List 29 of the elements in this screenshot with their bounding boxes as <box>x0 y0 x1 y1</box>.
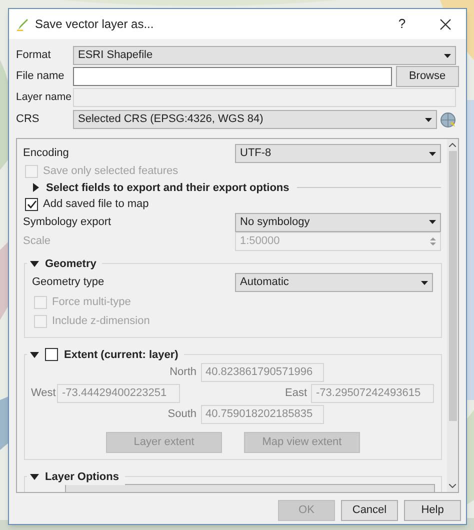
browse-button[interactable]: Browse <box>396 66 459 87</box>
checkbox-label: Force multi-type <box>52 294 131 310</box>
field-label: East <box>284 386 307 402</box>
field-label: File name <box>16 69 66 84</box>
field-label: Layer name <box>16 90 72 105</box>
dialog-button[interactable]: Help <box>404 500 461 521</box>
field-label: South <box>166 407 196 422</box>
section-heading: Select fields to export and their export options <box>46 180 290 196</box>
group-heading: Geometry <box>45 256 96 272</box>
field-label: Scale <box>23 234 52 249</box>
window-title: Save vector layer as... <box>35 16 155 33</box>
field-label: Geometry type <box>32 275 106 290</box>
field-label: Symbology export <box>23 214 112 230</box>
dropdown[interactable]: No symbology <box>235 212 441 232</box>
checkbox-label: Add saved file to map <box>43 197 149 212</box>
dropdown[interactable]: UTF-8 <box>235 144 441 163</box>
dropdown[interactable]: Selected CRS (EPSG:4326, WGS 84) <box>73 110 437 129</box>
field-label: North <box>168 365 196 380</box>
field-label: Format <box>16 48 52 64</box>
help-button[interactable]: ? <box>392 14 412 34</box>
field-label: Encoding <box>23 146 70 162</box>
field-label: CRS <box>16 112 40 128</box>
group-heading: Layer Options <box>45 470 119 484</box>
dialog-button[interactable]: Cancel <box>341 500 398 521</box>
group-heading: Extent (current: layer) <box>64 348 178 362</box>
dropdown[interactable]: Automatic <box>235 273 433 292</box>
checkbox-label: Include z-dimension <box>52 314 150 329</box>
dropdown[interactable]: ESRI Shapefile <box>73 46 456 65</box>
checkbox-label: Save only selected features <box>43 164 178 179</box>
